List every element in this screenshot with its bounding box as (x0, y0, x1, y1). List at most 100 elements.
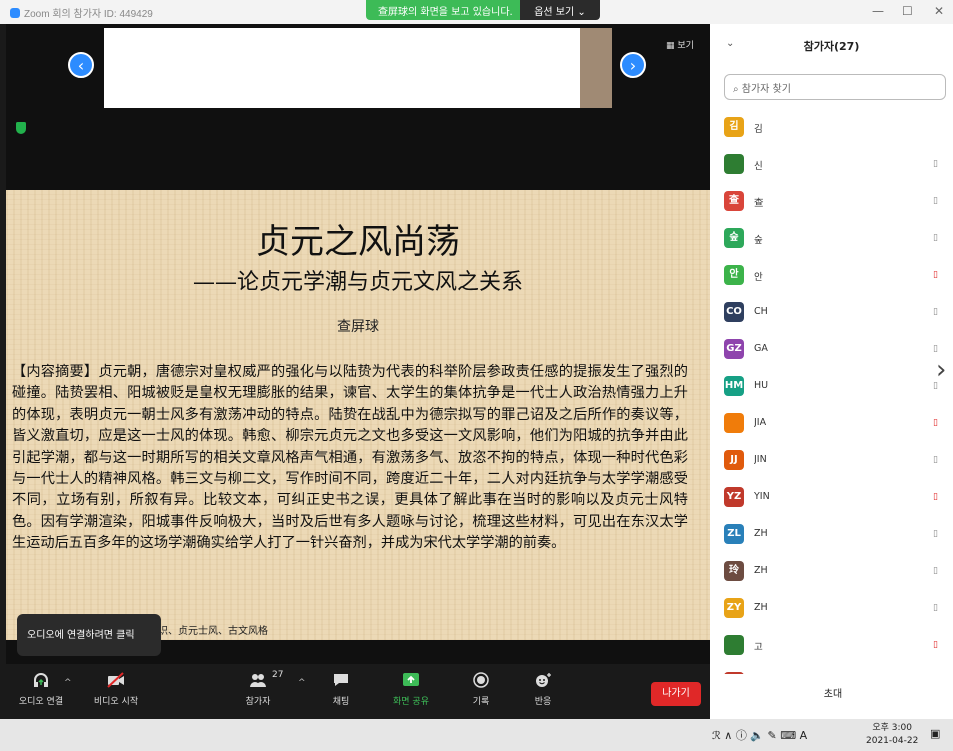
participant-row[interactable]: ZY ZH ▯ (710, 591, 946, 627)
participant-avatar: 查 (724, 191, 744, 211)
participants-button-label: 참가자 (245, 697, 271, 707)
participant-video-status-icon: ▯ (933, 603, 938, 613)
participant-name: JIN (754, 454, 767, 465)
participant-avatar: HM (724, 376, 744, 396)
reactions-button[interactable]: 반응 (528, 672, 558, 707)
participants-options-chevron-icon[interactable]: ^ (298, 678, 306, 688)
participant-video-status-icon: ▯ (933, 418, 938, 428)
system-tray-icons[interactable]: ℛ ∧ ⓘ 🔈 ✎ ⌨ A (712, 727, 807, 743)
participant-row[interactable]: 玲 ZH ▯ (710, 554, 946, 590)
participant-name: 고 (754, 642, 763, 653)
participant-video-status-icon: ▯ (933, 566, 938, 576)
participants-list: 김 김 신 ▯ 查查 ▯ 숲 숲 ▯ 안 안 ▯ CO CH ▯ GZ GA ▯ HM HU ▯ JIA ▯ JJ JIN ▯ YZ… (710, 110, 953, 674)
reaction-emoji-icon (536, 673, 551, 687)
participant-row[interactable]: 查查 ▯ (710, 184, 946, 220)
slide-title: 贞元之风尚荡 (256, 222, 460, 262)
title-bar: Zoom 회의 참가자 ID: 449429 查屏球의 화면을 보고 있습니다.… (0, 0, 953, 24)
record-button[interactable]: 기록 (466, 672, 496, 707)
participant-avatar: 玲 (724, 561, 744, 581)
participant-video-status-icon: ▯ (933, 344, 938, 354)
audio-tooltip: 오디오에 연결하려면 클릭 (17, 614, 161, 656)
notification-icon[interactable]: ▣ (930, 727, 940, 740)
minimize-button[interactable]: — (872, 4, 884, 18)
participant-avatar: 숲 (724, 672, 744, 674)
meeting-toolbar: 오디오 연결 ^ 비디오 시작 참가자 27 ^ 채팅 화면 공유 기록 반응 … (6, 664, 710, 722)
zoom-logo-icon (10, 8, 20, 18)
share-screen-button-label: 화면 공유 (393, 697, 429, 707)
expand-side-chevron-icon[interactable]: › (936, 355, 946, 385)
leave-meeting-button[interactable]: 나가기 (651, 682, 701, 706)
participant-video-status-icon: ▯ (933, 492, 938, 502)
audio-button-label: 오디오 연결 (18, 697, 64, 707)
video-button-label: 비디오 시작 (93, 697, 139, 707)
participant-video-status-icon: ▯ (933, 640, 938, 650)
next-page-arrow-icon[interactable]: › (620, 52, 646, 78)
participant-row[interactable]: 안 안 ▯ (710, 258, 946, 294)
window-title-text: Zoom 회의 참가자 ID: 449429 (24, 9, 153, 20)
participant-name: 查 (754, 198, 764, 209)
participant-name: 안 (754, 272, 763, 283)
video-off-icon (107, 672, 124, 688)
maximize-button[interactable]: ☐ (902, 4, 913, 18)
prev-page-arrow-icon[interactable]: ‹ (68, 52, 94, 78)
participant-row[interactable]: 신 ▯ (710, 147, 946, 183)
chat-icon (334, 674, 348, 686)
participant-video-status-icon: ▯ (933, 307, 938, 317)
participant-video-status-icon: ▯ (933, 270, 938, 280)
participant-row[interactable]: CO CH ▯ (710, 295, 946, 331)
participant-name: ZH (754, 602, 768, 613)
participants-panel-title: 참가자(27) (803, 40, 860, 53)
participant-name: 김 (754, 124, 763, 135)
participant-row[interactable]: 고 ▯ (710, 628, 946, 664)
participant-name: CH (754, 306, 768, 317)
participant-row[interactable]: 숲숲▯ (710, 665, 946, 674)
shared-screen-stage: ‹ › ▦ 보기 贞元之风尚荡 ——论贞元学潮与贞元文风之关系 查屏球 【内容摘… (6, 24, 710, 664)
participant-row[interactable]: GZ GA ▯ (710, 332, 946, 368)
slide-abstract: 【内容摘要】贞元朝，唐德宗对皇权威严的强化与以陆贽为代表的科举阶层参政责任感的提… (12, 364, 688, 552)
participant-name: GA (754, 343, 768, 354)
participant-avatar (724, 413, 744, 433)
participants-count-badge: 27 (272, 670, 284, 680)
view-layout-button[interactable]: ▦ 보기 (666, 38, 694, 51)
invite-button[interactable]: 초대 (808, 684, 858, 706)
window-title: Zoom 회의 참가자 ID: 449429 (10, 5, 153, 20)
record-icon (473, 672, 489, 688)
participant-row[interactable]: JIA ▯ (710, 406, 946, 442)
taskbar-clock[interactable]: 오후 3:00 2021-04-22 (866, 722, 918, 748)
participant-avatar: ZL (724, 524, 744, 544)
participant-avatar: YZ (724, 487, 744, 507)
participant-row[interactable]: YZ YIN ▯ (710, 480, 946, 516)
close-button[interactable]: ✕ (934, 4, 944, 18)
clock-time: 오후 3:00 (872, 723, 912, 733)
windows-taskbar: ℛ ∧ ⓘ 🔈 ✎ ⌨ A 오후 3:00 2021-04-22 ▣ (0, 719, 953, 751)
participant-name: HU (754, 380, 769, 391)
participant-video-status-icon: ▯ (933, 529, 938, 539)
audio-options-chevron-icon[interactable]: ^ (64, 678, 72, 688)
participant-avatar: JJ (724, 450, 744, 470)
participant-avatar: CO (724, 302, 744, 322)
slide-author: 查屏球 (337, 319, 379, 335)
participant-row[interactable]: ZL ZH ▯ (710, 517, 946, 553)
chat-button[interactable]: 채팅 (326, 672, 356, 707)
search-icon: ⌕ (733, 84, 742, 95)
participant-video-status-icon: ▯ (933, 233, 938, 243)
headphone-icon (34, 673, 48, 687)
view-options-button[interactable]: 옵션 보기 ⌄ (520, 0, 600, 20)
security-shield-icon[interactable] (16, 122, 26, 134)
participant-row[interactable]: 김김 (710, 110, 946, 146)
participant-row[interactable]: HM HU ▯ (710, 369, 946, 405)
share-screen-button[interactable]: 화면 공유 (386, 672, 436, 707)
video-button[interactable]: 비디오 시작 (88, 672, 144, 707)
participant-video-status-icon: ▯ (933, 455, 938, 465)
participant-video-status-icon: ▯ (933, 159, 938, 169)
presentation-slide: 贞元之风尚荡 ——论贞元学潮与贞元文风之关系 查屏球 【内容摘要】贞元朝，唐德宗… (6, 190, 710, 640)
participant-search-input[interactable]: ⌕ 참가자 찾기 (724, 74, 946, 100)
redacted-area (104, 28, 580, 108)
participant-name: YIN (754, 491, 770, 502)
chat-button-label: 채팅 (332, 697, 350, 707)
share-screen-icon (403, 673, 419, 686)
participant-row[interactable]: 숲숲▯ (710, 221, 946, 257)
participant-name: 숲 (754, 235, 763, 246)
participant-row[interactable]: JJ JIN ▯ (710, 443, 946, 479)
audio-button[interactable]: 오디오 연결 (16, 672, 66, 707)
